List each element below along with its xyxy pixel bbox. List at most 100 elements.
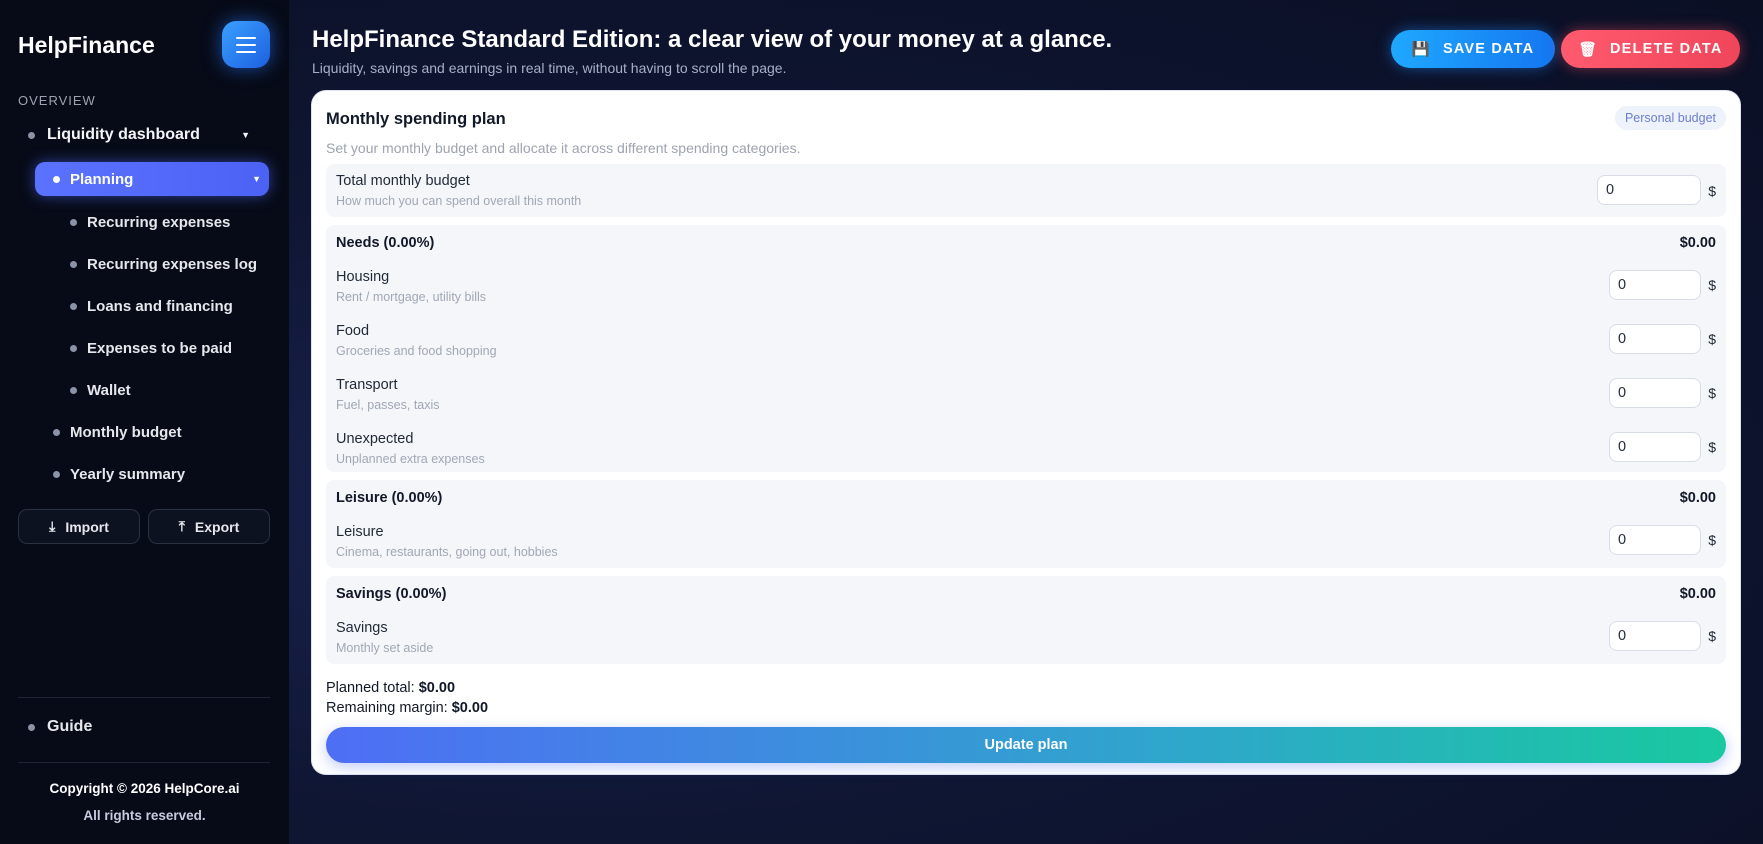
personal-budget-badge: Personal budget xyxy=(1614,106,1726,130)
leisure-title: Leisure (0.00%) xyxy=(336,490,443,506)
unexpected-hint: Unplanned extra expenses xyxy=(336,452,485,466)
remaining-margin-label: Remaining margin: xyxy=(326,700,448,716)
total-budget-hint: How much you can spend overall this mont… xyxy=(336,194,582,208)
savings-group: Savings (0.00%) $0.00 Savings Monthly se… xyxy=(326,576,1726,664)
hamburger-icon xyxy=(236,36,256,53)
download-icon: ⤓ xyxy=(49,518,56,534)
leisure-amount: $0.00 xyxy=(1679,490,1716,506)
sidebar-item-label: Monthly budget xyxy=(70,424,182,441)
menu-toggle-button[interactable] xyxy=(222,21,270,68)
food-hint: Groceries and food shopping xyxy=(336,344,497,358)
page-title: HelpFinance Standard Edition: a clear vi… xyxy=(312,26,1113,53)
housing-hint: Rent / mortgage, utility bills xyxy=(336,290,487,304)
brand-logo: HelpFinance xyxy=(18,32,155,58)
spending-plan-card: Monthly spending plan Personal budget Se… xyxy=(312,91,1740,774)
needs-group: Needs (0.00%) $0.00 Housing Rent / mortg… xyxy=(326,225,1726,472)
copyright-text: Copyright © 2026 HelpCore.ai xyxy=(49,781,240,796)
sidebar-item-label: Liquidity dashboard xyxy=(47,126,200,143)
sidebar-item-label: Guide xyxy=(47,718,93,735)
caret-down-icon: ▼ xyxy=(241,130,250,140)
currency-symbol: $ xyxy=(1708,628,1716,644)
sidebar-item-label: Wallet xyxy=(87,382,131,399)
sidebar-item-label: Recurring expenses xyxy=(87,214,231,231)
needs-amount: $0.00 xyxy=(1679,235,1716,251)
transport-label: Transport xyxy=(336,377,398,393)
bullet-icon xyxy=(53,429,60,436)
trash-icon: 🗑 xyxy=(1578,41,1599,58)
leisure-input[interactable] xyxy=(1609,525,1701,555)
export-label: Export xyxy=(194,518,240,535)
transport-input[interactable] xyxy=(1609,378,1701,408)
main-content: HelpFinance Standard Edition: a clear vi… xyxy=(289,0,1763,844)
currency-symbol: $ xyxy=(1708,439,1716,455)
sidebar-item-label: Recurring expenses log xyxy=(87,256,258,273)
bullet-icon xyxy=(28,723,35,731)
sidebar-item-guide[interactable]: Guide xyxy=(28,718,92,736)
sidebar-item-label: Expenses to be paid xyxy=(87,340,233,357)
divider xyxy=(18,697,270,698)
housing-input[interactable] xyxy=(1609,270,1701,300)
sidebar-item-yearly-summary[interactable]: Yearly summary xyxy=(53,466,185,483)
remaining-margin: Remaining margin: $0.00 xyxy=(326,700,488,716)
unexpected-label: Unexpected xyxy=(336,431,414,447)
transport-hint: Fuel, passes, taxis xyxy=(336,398,440,412)
leisure-label: Leisure xyxy=(336,524,384,540)
food-input[interactable] xyxy=(1609,324,1701,354)
section-label-overview: OVERVIEW xyxy=(18,93,96,108)
leisure-hint: Cinema, restaurants, going out, hobbies xyxy=(336,545,558,559)
bullet-icon xyxy=(53,175,60,183)
save-data-button[interactable]: 💾 SAVE DATA xyxy=(1391,30,1555,68)
remaining-margin-value: $0.00 xyxy=(451,700,489,716)
bullet-icon xyxy=(70,303,77,310)
bullet-icon xyxy=(53,471,60,478)
housing-label: Housing xyxy=(336,269,390,285)
savings-input[interactable] xyxy=(1609,621,1701,651)
sidebar-item-liquidity-dashboard[interactable]: Liquidity dashboard ▼ xyxy=(28,124,258,146)
sidebar-item-label: Planning xyxy=(70,170,134,188)
savings-label: Savings xyxy=(336,620,388,636)
sidebar-item-monthly-budget[interactable]: Monthly budget xyxy=(53,424,182,441)
card-title: Monthly spending plan xyxy=(326,110,506,128)
total-budget-panel: Total monthly budget How much you can sp… xyxy=(326,164,1726,217)
unexpected-input[interactable] xyxy=(1609,432,1701,462)
rights-text: All rights reserved. xyxy=(83,808,206,823)
sidebar: HelpFinance OVERVIEW Liquidity dashboard… xyxy=(0,0,289,844)
currency-symbol: $ xyxy=(1708,385,1716,401)
sidebar-item-loans-and-financing[interactable]: Loans and financing xyxy=(70,298,233,315)
sidebar-item-planning[interactable]: Planning ▼ xyxy=(35,162,269,196)
update-plan-button[interactable]: Update plan xyxy=(326,727,1726,763)
import-button[interactable]: ⤓ Import xyxy=(18,509,140,544)
delete-data-button[interactable]: 🗑 DELETE DATA xyxy=(1561,30,1740,68)
planned-total-label: Planned total: xyxy=(326,680,415,696)
upload-icon: ⤒ xyxy=(178,518,185,534)
sidebar-item-label: Yearly summary xyxy=(70,466,186,483)
floppy-disk-icon: 💾 xyxy=(1411,41,1431,58)
sidebar-item-recurring-expenses[interactable]: Recurring expenses xyxy=(70,214,230,231)
save-label: SAVE DATA xyxy=(1442,41,1535,57)
bullet-icon xyxy=(70,387,77,394)
bullet-icon xyxy=(70,261,77,268)
planned-total-value: $0.00 xyxy=(418,680,456,696)
currency-symbol: $ xyxy=(1708,183,1716,199)
sidebar-item-label: Loans and financing xyxy=(87,298,233,315)
card-description: Set your monthly budget and allocate it … xyxy=(326,140,801,156)
caret-down-icon: ▼ xyxy=(252,174,261,184)
savings-title: Savings (0.00%) xyxy=(336,586,447,602)
sidebar-item-wallet[interactable]: Wallet xyxy=(70,382,131,399)
needs-title: Needs (0.00%) xyxy=(336,235,435,251)
sidebar-item-expenses-to-be-paid[interactable]: Expenses to be paid xyxy=(70,340,232,357)
page-subtitle: Liquidity, savings and earnings in real … xyxy=(312,60,787,76)
total-budget-input[interactable] xyxy=(1597,175,1701,205)
export-button[interactable]: ⤒ Export xyxy=(148,509,270,544)
import-label: Import xyxy=(65,518,109,535)
bullet-icon xyxy=(70,219,77,226)
sidebar-item-recurring-expenses-log[interactable]: Recurring expenses log xyxy=(70,256,257,273)
bullet-icon xyxy=(70,345,77,352)
food-label: Food xyxy=(336,323,370,339)
leisure-group: Leisure (0.00%) $0.00 Leisure Cinema, re… xyxy=(326,480,1726,568)
currency-symbol: $ xyxy=(1708,331,1716,347)
delete-label: DELETE DATA xyxy=(1610,41,1723,57)
bullet-icon xyxy=(28,131,35,139)
savings-amount: $0.00 xyxy=(1679,586,1716,602)
planned-total: Planned total: $0.00 xyxy=(326,680,455,696)
